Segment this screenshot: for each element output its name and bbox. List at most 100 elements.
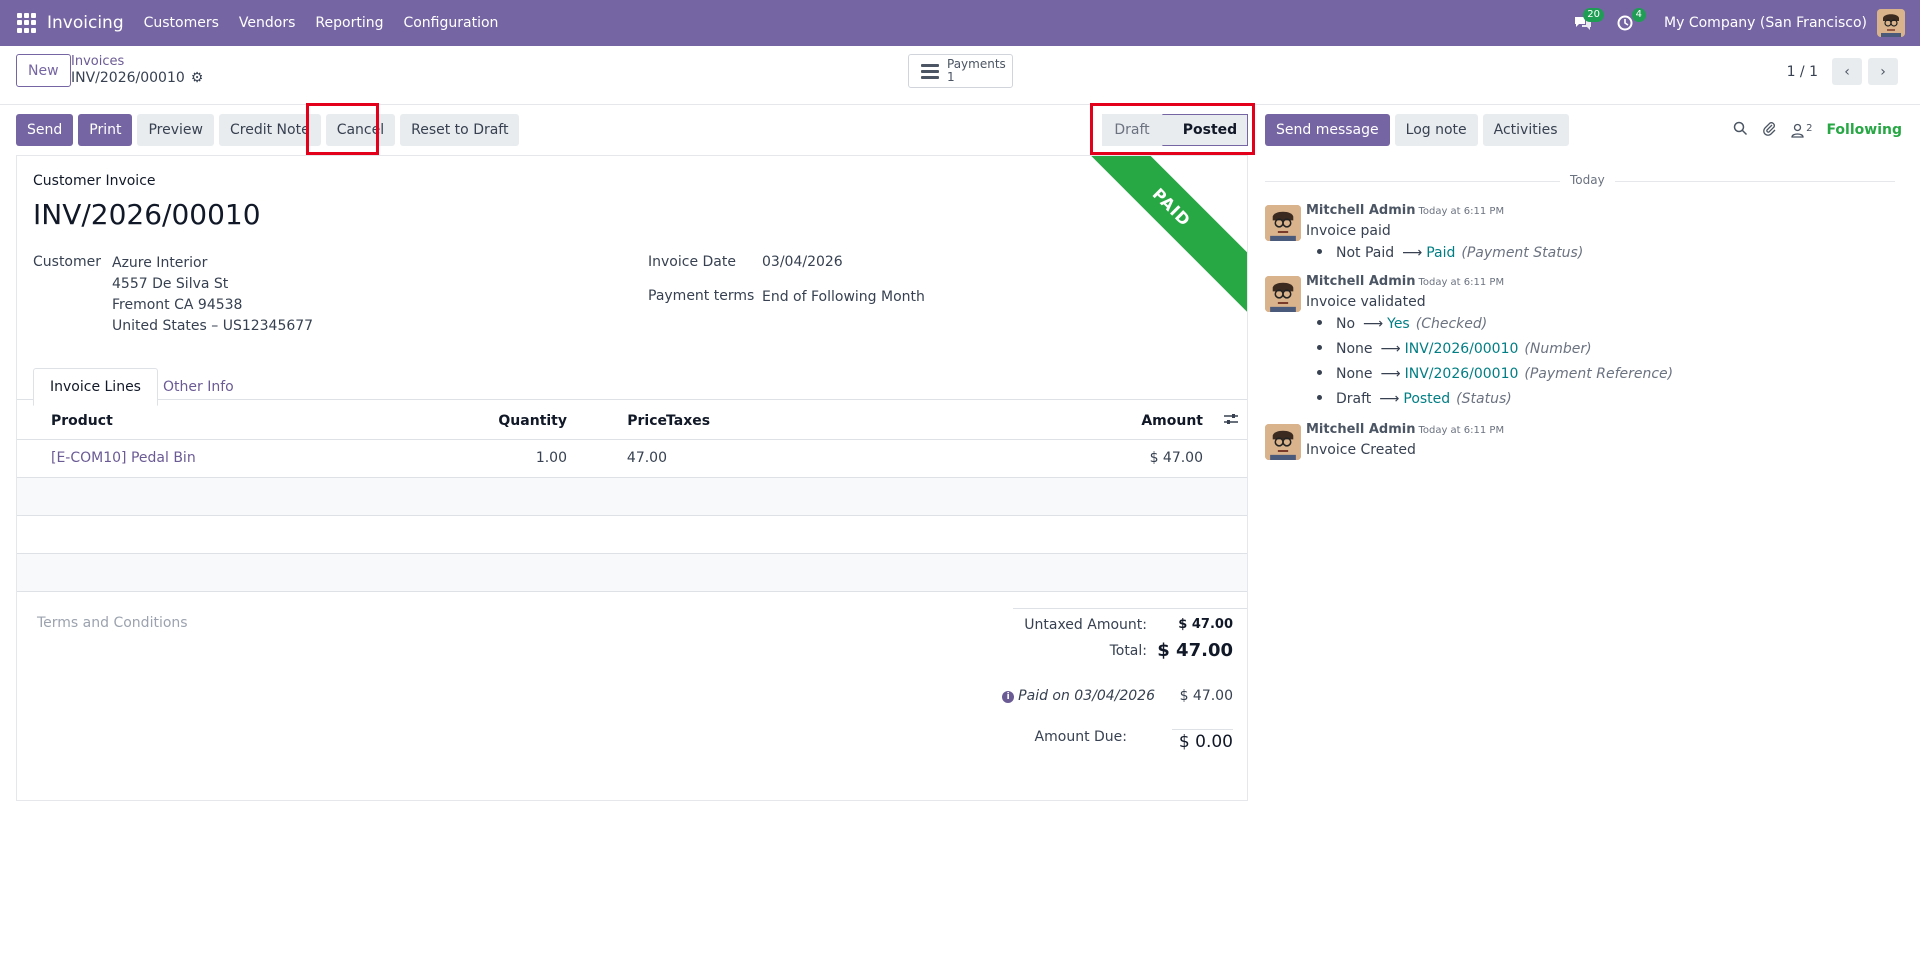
message-time: Today at 6:11 PM bbox=[1418, 425, 1505, 436]
info-icon[interactable]: i bbox=[1002, 691, 1015, 703]
paperclip-icon bbox=[1763, 121, 1776, 136]
tracking-value: No ⟶ Yes (Checked) bbox=[1317, 316, 1487, 332]
breadcrumb-invoices-link[interactable]: Invoices bbox=[71, 54, 203, 70]
tracking-value: Draft ⟶ Posted (Status) bbox=[1317, 391, 1512, 407]
arrow-right-icon: ⟶ bbox=[1380, 341, 1401, 357]
empty-row bbox=[17, 478, 1247, 516]
invoice-number: INV/2026/00010 bbox=[33, 198, 261, 231]
notebook-tabs: Invoice Lines Other Info bbox=[17, 362, 1247, 406]
line-price[interactable]: 47.00 bbox=[607, 450, 667, 466]
paid-amount: $ 47.00 bbox=[1179, 688, 1233, 704]
payments-smart-button[interactable]: Payments 1 bbox=[908, 54, 1013, 88]
chevron-right-icon: › bbox=[1880, 63, 1886, 80]
control-panel: New Invoices INV/2026/00010 ⚙ Payments 1… bbox=[0, 46, 1920, 105]
message-author[interactable]: Mitchell Admin bbox=[1306, 203, 1415, 218]
totals-divider bbox=[1013, 608, 1247, 609]
messages-button[interactable]: 20 bbox=[1570, 8, 1605, 36]
line-product[interactable]: [E-COM10] Pedal Bin bbox=[51, 450, 196, 466]
invoice-lines-header: Product Quantity Price Taxes Amount bbox=[17, 402, 1247, 440]
message-author[interactable]: Mitchell Admin bbox=[1306, 274, 1415, 289]
user-avatar[interactable] bbox=[1877, 9, 1905, 37]
empty-row bbox=[17, 554, 1247, 592]
activities-button[interactable]: 4 bbox=[1612, 8, 1647, 36]
tab-other-info[interactable]: Other Info bbox=[147, 368, 250, 406]
amount-due-label: Amount Due: bbox=[1034, 729, 1127, 745]
pager-previous-button[interactable]: ‹ bbox=[1832, 58, 1862, 85]
customer-address-line1: 4557 De Silva St bbox=[112, 276, 229, 292]
preview-button[interactable]: Preview bbox=[137, 114, 214, 146]
tab-invoice-lines[interactable]: Invoice Lines bbox=[33, 368, 158, 406]
menu-reporting[interactable]: Reporting bbox=[315, 15, 383, 31]
message-time: Today at 6:11 PM bbox=[1418, 206, 1505, 217]
payment-info[interactable]: i Paid on 03/04/2026 bbox=[917, 688, 1155, 704]
menu-vendors[interactable]: Vendors bbox=[239, 15, 295, 31]
customer-link[interactable]: Azure Interior bbox=[112, 255, 207, 271]
message-body: Invoice validated bbox=[1306, 294, 1426, 310]
send-message-button[interactable]: Send message bbox=[1265, 114, 1390, 146]
column-quantity[interactable]: Quantity bbox=[497, 413, 567, 429]
pager-value[interactable]: 1 / 1 bbox=[1787, 64, 1818, 80]
terms-and-conditions-field[interactable]: Terms and Conditions bbox=[37, 615, 188, 631]
messages-count-badge: 20 bbox=[1583, 8, 1605, 22]
print-button[interactable]: Print bbox=[78, 114, 133, 146]
payment-terms-field[interactable]: End of Following Month bbox=[762, 289, 925, 305]
top-navbar: Invoicing Customers Vendors Reporting Co… bbox=[0, 0, 1920, 46]
invoice-date-field[interactable]: 03/04/2026 bbox=[762, 254, 843, 270]
arrow-right-icon: ⟶ bbox=[1380, 366, 1401, 382]
line-quantity[interactable]: 1.00 bbox=[497, 450, 567, 466]
customer-address-line2: Fremont CA 94538 bbox=[112, 297, 243, 313]
arrow-right-icon: ⟶ bbox=[1379, 391, 1400, 407]
untaxed-amount-label: Untaxed Amount: bbox=[1024, 617, 1147, 633]
invoice-date-label: Invoice Date bbox=[648, 254, 736, 270]
breadcrumb-current: INV/2026/00010 bbox=[71, 70, 185, 86]
invoice-form-sheet: PAID Customer Invoice INV/2026/00010 Cus… bbox=[16, 155, 1248, 801]
pager-next-button[interactable]: › bbox=[1868, 58, 1898, 85]
message-body: Invoice Created bbox=[1306, 442, 1416, 458]
untaxed-amount-value: $ 47.00 bbox=[1178, 617, 1233, 632]
activities-button[interactable]: Activities bbox=[1482, 114, 1569, 146]
date-separator-label: Today bbox=[1560, 173, 1615, 187]
reset-to-draft-button[interactable]: Reset to Draft bbox=[400, 114, 520, 146]
cancel-highlight-box bbox=[306, 103, 379, 155]
message-time: Today at 6:11 PM bbox=[1418, 277, 1505, 288]
message-author[interactable]: Mitchell Admin bbox=[1306, 422, 1415, 437]
document-type: Customer Invoice bbox=[33, 173, 156, 189]
followers-button[interactable]: 2 bbox=[1791, 123, 1812, 138]
author-avatar[interactable] bbox=[1265, 205, 1301, 241]
paid-on-text: Paid on 03/04/2026 bbox=[1018, 688, 1155, 704]
payments-label: Payments bbox=[947, 57, 1006, 71]
paid-ribbon: PAID bbox=[1065, 156, 1247, 314]
breadcrumb: Invoices INV/2026/00010 ⚙ bbox=[71, 54, 203, 86]
attachments-button[interactable] bbox=[1762, 121, 1777, 140]
optional-columns-toggle[interactable] bbox=[1223, 411, 1239, 431]
apps-grid-icon[interactable] bbox=[17, 13, 37, 33]
search-button[interactable] bbox=[1733, 121, 1748, 140]
column-price[interactable]: Price bbox=[607, 413, 667, 429]
arrow-right-icon: ⟶ bbox=[1363, 316, 1384, 332]
gear-icon[interactable]: ⚙ bbox=[191, 70, 204, 86]
send-button[interactable]: Send bbox=[16, 114, 74, 146]
menu-configuration[interactable]: Configuration bbox=[403, 15, 498, 31]
new-button[interactable]: New bbox=[16, 54, 71, 87]
table-row[interactable]: [E-COM10] Pedal Bin 1.00 47.00 $ 47.00 bbox=[17, 440, 1247, 478]
column-amount[interactable]: Amount bbox=[1117, 413, 1203, 429]
tracking-value: None ⟶ INV/2026/00010 (Number) bbox=[1317, 341, 1592, 357]
column-taxes[interactable]: Taxes bbox=[666, 413, 710, 429]
column-product[interactable]: Product bbox=[51, 413, 113, 429]
author-avatar[interactable] bbox=[1265, 276, 1301, 312]
chevron-left-icon: ‹ bbox=[1844, 63, 1850, 80]
log-note-button[interactable]: Log note bbox=[1394, 114, 1478, 146]
message-body: Invoice paid bbox=[1306, 223, 1391, 239]
following-button[interactable]: Following bbox=[1826, 122, 1902, 138]
company-switcher[interactable]: My Company (San Francisco) bbox=[1664, 15, 1867, 31]
chatter-tools: 2 Following bbox=[1733, 114, 1902, 146]
arrow-right-icon: ⟶ bbox=[1402, 245, 1423, 261]
menu-customers[interactable]: Customers bbox=[144, 15, 219, 31]
tracking-value: None ⟶ INV/2026/00010 (Payment Reference) bbox=[1317, 366, 1673, 382]
app-name[interactable]: Invoicing bbox=[47, 13, 124, 33]
chatter-actions: Send message Log note Activities bbox=[1265, 114, 1569, 146]
payment-terms-label: Payment terms bbox=[648, 288, 755, 304]
author-avatar[interactable] bbox=[1265, 424, 1301, 460]
tracking-value: Not Paid ⟶ Paid (Payment Status) bbox=[1317, 245, 1583, 261]
user-icon bbox=[1791, 123, 1804, 138]
